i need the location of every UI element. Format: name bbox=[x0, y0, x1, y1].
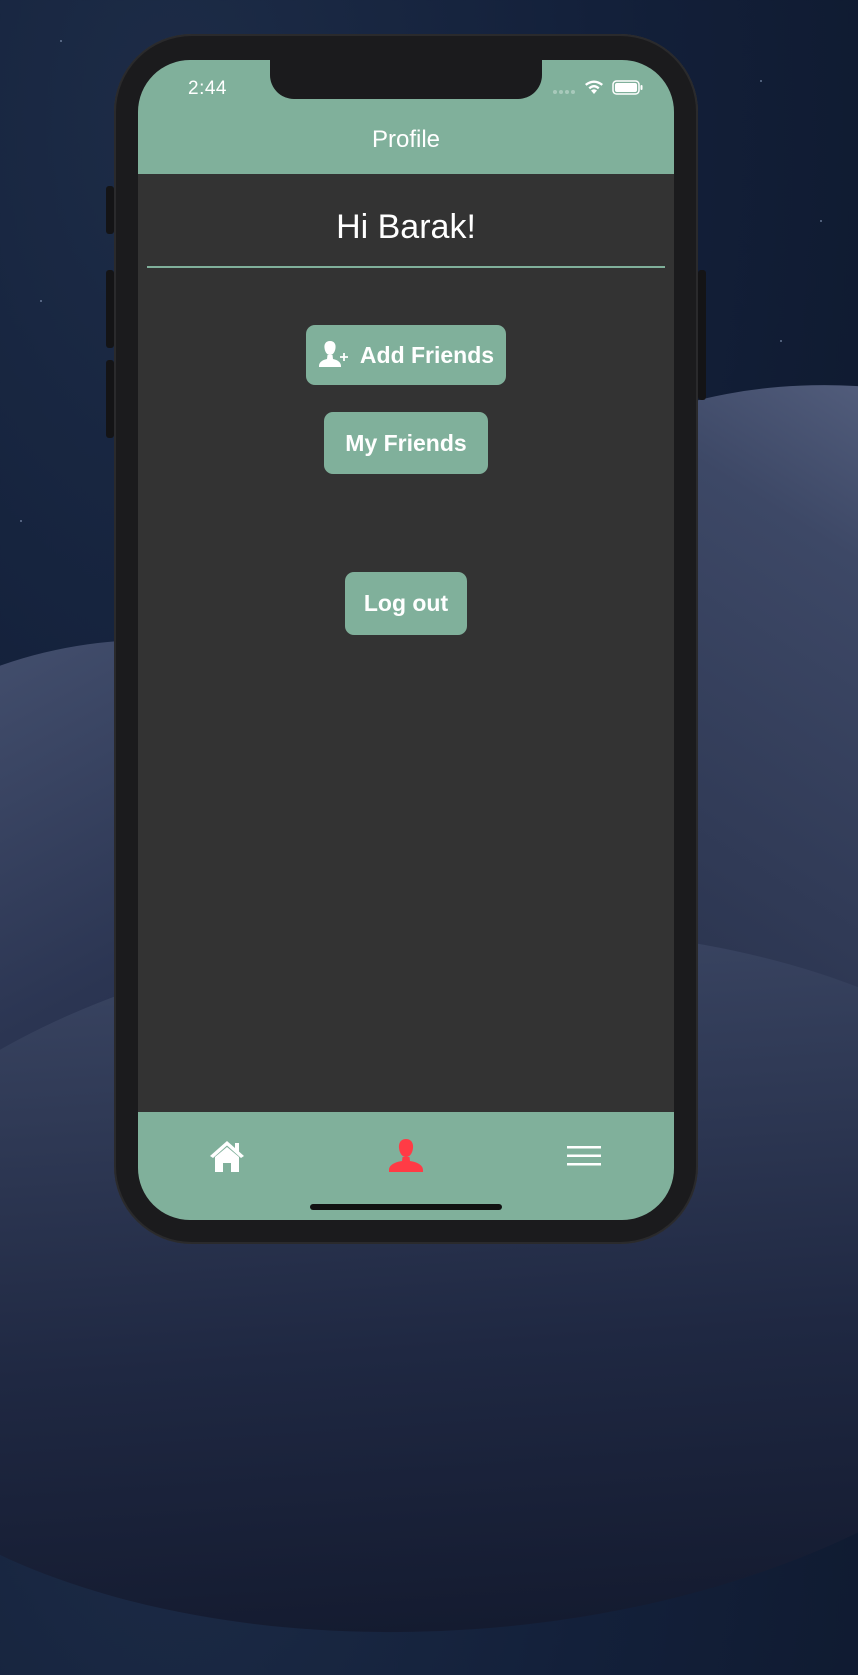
background-star bbox=[780, 340, 782, 342]
user-plus-icon bbox=[318, 338, 352, 372]
volume-down-button bbox=[106, 360, 114, 438]
tab-profile[interactable] bbox=[386, 1138, 426, 1178]
my-friends-label: My Friends bbox=[345, 429, 467, 456]
divider bbox=[147, 266, 665, 268]
wifi-icon bbox=[584, 80, 604, 99]
greeting-heading: Hi Barak! bbox=[336, 208, 476, 246]
app-screen: 2:44 Profile Hi Barak! Add Friends My Fr… bbox=[138, 60, 674, 1220]
page-title: Profile bbox=[371, 126, 441, 153]
background-star bbox=[820, 220, 822, 222]
background-star bbox=[760, 80, 762, 82]
add-friends-label: Add Friends bbox=[359, 341, 495, 368]
tab-bar bbox=[138, 1112, 674, 1220]
status-icons bbox=[552, 80, 644, 99]
hamburger-menu-icon bbox=[566, 1143, 602, 1173]
status-time: 2:44 bbox=[188, 78, 227, 99]
nav-header: 2:44 Profile bbox=[138, 60, 674, 174]
tab-home[interactable] bbox=[207, 1138, 247, 1178]
my-friends-button[interactable]: My Friends bbox=[324, 412, 488, 474]
add-friends-button[interactable]: Add Friends bbox=[306, 325, 506, 385]
battery-icon bbox=[612, 80, 644, 99]
user-icon bbox=[387, 1137, 425, 1179]
volume-up-button bbox=[106, 270, 114, 348]
signal-dots-icon bbox=[552, 80, 576, 99]
home-icon bbox=[208, 1137, 246, 1179]
tab-menu[interactable] bbox=[564, 1138, 604, 1178]
home-indicator[interactable] bbox=[310, 1204, 502, 1210]
background-star bbox=[60, 40, 62, 42]
notch bbox=[270, 60, 542, 99]
logout-label: Log out bbox=[363, 590, 449, 616]
background-star bbox=[20, 520, 22, 522]
background-star bbox=[40, 300, 42, 302]
silent-switch bbox=[106, 186, 114, 234]
logout-button[interactable]: Log out bbox=[345, 572, 467, 635]
power-button bbox=[698, 270, 706, 400]
